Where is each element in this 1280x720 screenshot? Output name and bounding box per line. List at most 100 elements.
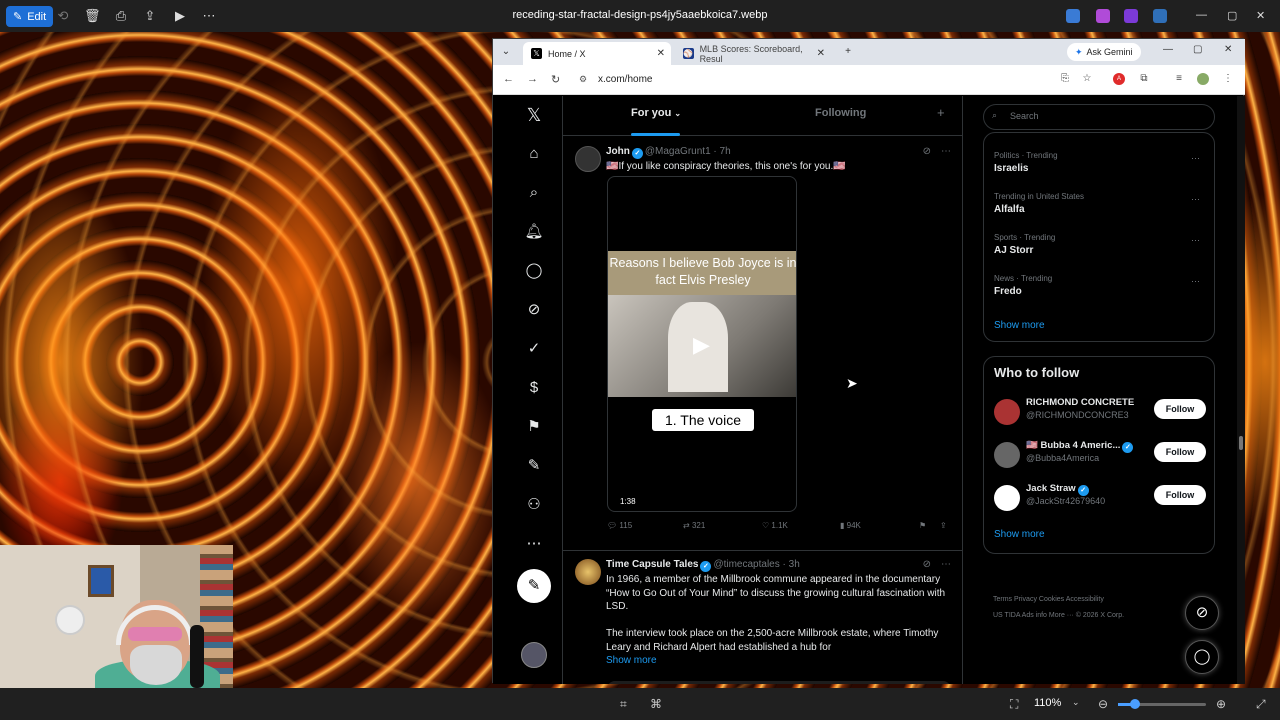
zoom-slider-thumb[interactable] (1130, 699, 1140, 709)
zoom-level[interactable]: 110% (1034, 697, 1061, 709)
suggestion-name[interactable]: Jack Straw ✓ (1026, 483, 1091, 496)
rotate-icon[interactable]: ⟲ (55, 8, 71, 24)
post-more-icon[interactable]: ⋯ (941, 146, 951, 157)
footer-links-2[interactable]: US TIDA Ads info More ··· © 2026 X Corp. (993, 608, 1213, 624)
bookmark-star-icon[interactable]: ☆ (1081, 73, 1093, 85)
reload-icon[interactable]: ↻ (551, 73, 560, 86)
more-options-icon[interactable]: ⋯ (524, 534, 544, 554)
more-icon[interactable]: ⋯ (201, 8, 217, 24)
suggestion-name[interactable]: RICHMOND CONCRETE (1026, 397, 1134, 408)
app-icon-1[interactable] (1066, 9, 1080, 23)
zoom-dropdown-icon[interactable]: ⌄ (1072, 697, 1080, 708)
trend-item[interactable]: Trending in United States Alfalfa ⋯ (994, 192, 1206, 226)
follow-button[interactable]: Follow (1154, 485, 1206, 505)
footer-links[interactable]: Terms Privacy Cookies Accessibility (993, 592, 1213, 608)
tab-home-x[interactable]: 𝕏 Home / X ✕ (523, 42, 671, 65)
maximize-icon[interactable]: ▢ (1193, 44, 1202, 55)
post-image-preview[interactable] (607, 681, 951, 684)
fit-screen-icon[interactable]: ⛶ (1010, 697, 1018, 712)
suggestion-name[interactable]: 🇺🇸 Bubba 4 Americ... ✓ (1026, 440, 1135, 453)
scrollbar[interactable] (1237, 96, 1245, 684)
minimize-icon[interactable]: — (1163, 44, 1173, 55)
follow-show-more-link[interactable]: Show more (994, 529, 1206, 545)
new-tab-icon[interactable]: + (840, 44, 856, 60)
monetization-icon[interactable]: $ (524, 378, 544, 398)
play-icon[interactable]: ▶ (693, 332, 710, 358)
trend-more-icon[interactable]: ⋯ (1191, 194, 1200, 205)
trend-more-icon[interactable]: ⋯ (1191, 235, 1200, 246)
follow-suggestion[interactable]: RICHMOND CONCRETE @RICHMONDCONCRE3 Follo… (994, 397, 1206, 427)
trend-more-icon[interactable]: ⋯ (1191, 276, 1200, 287)
post-avatar[interactable] (575, 146, 601, 172)
follow-suggestion[interactable]: Jack Straw ✓ @JackStr42679640 Follow (994, 483, 1206, 513)
home-icon[interactable]: ⌂ (524, 144, 544, 164)
follow-suggestion[interactable]: 🇺🇸 Bubba 4 Americ... ✓ @Bubba4America Fol… (994, 440, 1206, 470)
tab-for-you[interactable]: For you ⌄ (631, 107, 681, 119)
suggestion-avatar[interactable] (994, 442, 1020, 468)
post-more-icon[interactable]: ⋯ (941, 559, 951, 570)
post-author[interactable]: John ✓ @MagaGrunt1 · 7h (606, 146, 731, 159)
reading-list-icon[interactable]: ≡ (1173, 73, 1185, 85)
edit-button[interactable]: ✎ Edit (6, 6, 54, 27)
explore-search-icon[interactable]: ⌕ (524, 183, 544, 203)
trend-item[interactable]: News · Trending Fredo ⋯ (994, 274, 1206, 308)
tab-list-icon[interactable]: ⌄ (498, 44, 514, 60)
zoom-out-icon[interactable]: ⊖ (1098, 697, 1108, 711)
grok-icon[interactable]: ⊘ (923, 146, 931, 157)
extensions-icon[interactable]: ⧉ (1138, 73, 1150, 85)
grok-fab-icon[interactable]: ⊘ (1185, 596, 1219, 630)
account-avatar[interactable] (521, 642, 547, 668)
tab-following[interactable]: Following (815, 107, 866, 119)
post-avatar[interactable] (575, 559, 601, 585)
verified-icon[interactable]: ✓ (524, 339, 544, 359)
messages-fab-icon[interactable]: ◯ (1185, 640, 1219, 674)
share-icon[interactable]: ⇪ (940, 521, 947, 530)
close-icon[interactable]: ✕ (1256, 9, 1265, 22)
post-card[interactable]: Time Capsule Tales ✓ @timecaptales · 3h ⊘ … (563, 559, 963, 684)
maximize-icon[interactable]: ▢ (1227, 9, 1237, 22)
repost-button[interactable]: ⇄ 321 (683, 521, 705, 530)
x-logo-icon[interactable]: 𝕏 (524, 105, 544, 125)
grok-icon[interactable]: ⊘ (923, 559, 931, 570)
app-icon-2[interactable] (1096, 9, 1110, 23)
back-icon[interactable]: ← (503, 73, 514, 85)
print-icon[interactable]: ⎙ (113, 8, 129, 24)
articles-icon[interactable]: ✎ (524, 456, 544, 476)
search-input[interactable]: Search (983, 104, 1215, 130)
profile-icon[interactable]: ⚇ (524, 495, 544, 515)
follow-button[interactable]: Follow (1154, 399, 1206, 419)
grok-icon[interactable]: ⊘ (524, 300, 544, 320)
views-button[interactable]: ▮ 94K (840, 521, 861, 530)
tab-mlb-scores[interactable]: ⚾ MLB Scores: Scoreboard, Resul ✕ (675, 42, 831, 65)
close-icon[interactable]: ✕ (1224, 44, 1232, 55)
trend-item[interactable]: Politics · Trending Israelis ⋯ (994, 151, 1206, 185)
messages-icon[interactable]: ◯ (524, 261, 544, 281)
follow-button[interactable]: Follow (1154, 442, 1206, 462)
ask-gemini-button[interactable]: ✦ Ask Gemini (1067, 43, 1141, 61)
trend-item[interactable]: Sports · Trending AJ Storr ⋯ (994, 233, 1206, 267)
bookmarks-icon[interactable]: ⚑ (524, 417, 544, 437)
scan-icon[interactable]: ⌗ (620, 697, 627, 712)
reply-button[interactable]: 💬︎ 115 (607, 521, 632, 530)
install-icon[interactable]: ⎘ (1059, 73, 1071, 85)
suggestion-avatar[interactable] (994, 485, 1020, 511)
app-icon-4[interactable] (1153, 9, 1167, 23)
suggestion-avatar[interactable] (994, 399, 1020, 425)
adblock-icon[interactable]: A (1113, 73, 1125, 85)
text-scan-icon[interactable]: ⌘ (650, 697, 662, 711)
notifications-bell-icon[interactable]: 🔔︎ (524, 222, 544, 242)
like-button[interactable]: ♡ 1.1K (762, 521, 788, 530)
forward-icon[interactable]: → (527, 73, 538, 85)
slideshow-icon[interactable]: ▶ (172, 8, 188, 24)
url-field[interactable]: x.com/home (573, 70, 1053, 90)
scrollbar-thumb[interactable] (1239, 436, 1243, 450)
fullscreen-icon[interactable]: ⤢ (1256, 697, 1266, 712)
show-more-link[interactable]: Show more (606, 654, 956, 668)
post-author[interactable]: Time Capsule Tales ✓ @timecaptales · 3h (606, 559, 800, 572)
add-feed-icon[interactable]: + (937, 105, 945, 120)
close-tab-icon[interactable]: ✕ (817, 48, 825, 59)
zoom-in-icon[interactable]: ⊕ (1216, 697, 1226, 711)
bookmark-icon[interactable]: ⚑ (919, 521, 926, 530)
zoom-slider[interactable] (1118, 699, 1206, 709)
profile-avatar[interactable] (1197, 73, 1209, 85)
